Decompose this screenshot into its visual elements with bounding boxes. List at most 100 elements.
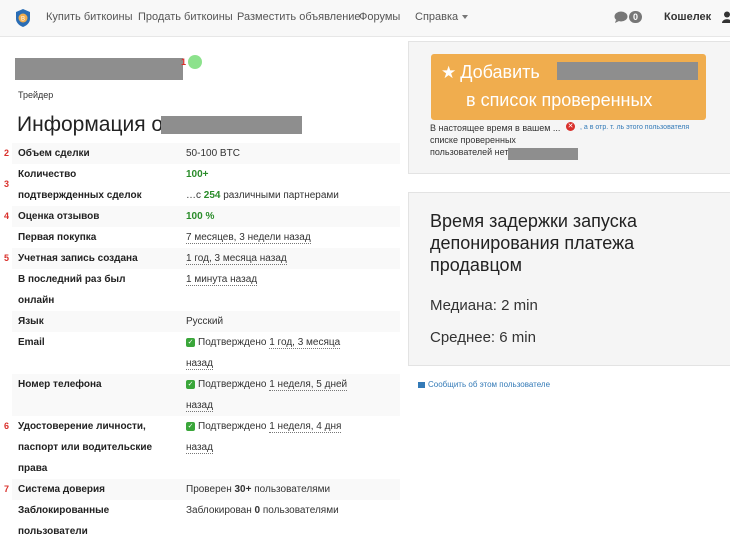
nav-wallet[interactable]: Кошелек <box>664 11 711 23</box>
value-prefix: Подтверждено <box>198 421 267 432</box>
trusted-users-link[interactable]: , а в отр. т. ль этого пользователя <box>580 124 689 131</box>
escrow-delay-title: Время задержки запуска депонирования пла… <box>430 211 637 275</box>
row-value: …с 254 различными партнерами <box>186 185 339 206</box>
row-label: Объем сделки <box>18 148 90 159</box>
row-label: Оценка отзывов <box>18 211 100 222</box>
annotation-marker: 3 <box>4 179 10 189</box>
row-label: В последний раз был <box>18 274 126 285</box>
time-ago-tooltip[interactable]: 7 месяцев, 3 недели назад <box>186 232 311 244</box>
redacted-username <box>15 58 183 80</box>
close-circle-icon[interactable]: ✕ <box>566 122 575 131</box>
table-row-last-online: В последний раз был онлайн 1 минута наза… <box>12 269 400 311</box>
row-value: 1 год, 3 месяца назад <box>186 248 287 269</box>
site-logo-icon[interactable]: B <box>14 8 32 28</box>
button-line-2: в список проверенных <box>466 90 653 110</box>
row-label: Система доверия <box>18 484 105 495</box>
row-label: Количество <box>18 169 77 180</box>
row-value: Русский <box>186 316 224 327</box>
row-label: Учетная запись создана <box>18 253 138 264</box>
row-value: 50-100 BTC <box>186 148 240 159</box>
flag-icon <box>418 381 425 388</box>
table-row-phone: Номер телефона ✓ Подтверждено 1 неделя, 5… <box>12 374 400 416</box>
table-row-confirmed-trades: 3 Количество подтвержденных сделок 100+ … <box>4 164 400 206</box>
escrow-average: Среднее: 6 min <box>430 329 536 346</box>
nav-sell-bitcoins[interactable]: Продать биткоины <box>138 11 233 23</box>
report-label: Сообщить об этом пользователе <box>428 380 551 389</box>
redacted-username-title <box>161 116 302 134</box>
escrow-delay-panel: Время задержки запуска депонирования пла… <box>408 192 730 366</box>
table-row-blocked-users: Заблокированные пользователи Заблокирова… <box>12 500 400 542</box>
row-value: назад <box>186 437 213 458</box>
row-label: Удостоверение личности, <box>18 421 146 432</box>
nav-forums[interactable]: Форумы <box>359 11 400 23</box>
table-row-id-verification: 6 Удостоверение личности, паспорт или во… <box>4 416 400 479</box>
value-prefix: …с <box>186 190 201 201</box>
nav-buy-bitcoins[interactable]: Купить биткоины <box>46 11 133 23</box>
time-ago-tooltip[interactable]: 1 год, 3 месяца <box>269 337 341 349</box>
row-value: Проверен 30+ пользователями <box>186 479 330 500</box>
user-role: Трейдер <box>18 90 54 100</box>
row-value: назад <box>186 395 213 416</box>
row-label: Email <box>18 337 45 348</box>
report-user-link[interactable]: Сообщить об этом пользователе <box>418 380 550 389</box>
annotation-marker: 6 <box>4 421 10 431</box>
row-value: Заблокирован 0 пользователями <box>186 500 339 521</box>
row-value: ✓ Подтверждено 1 неделя, 4 дня <box>186 416 342 437</box>
messages-count-badge[interactable]: 0 <box>629 11 643 23</box>
value-suffix: различными партнерами <box>223 190 339 201</box>
add-label: Добавить <box>460 62 540 82</box>
time-ago-tooltip[interactable]: назад <box>186 442 213 454</box>
escrow-median: Медиана: 2 min <box>430 297 538 314</box>
row-value: ✓ Подтверждено 1 год, 3 месяца <box>186 332 341 353</box>
annotation-marker: 5 <box>4 253 10 263</box>
time-ago-tooltip[interactable]: 1 минута назад <box>186 274 258 286</box>
annotation-marker-1: 1 <box>181 57 187 67</box>
star-icon: ★ <box>441 63 457 82</box>
row-value: 100+ <box>186 169 209 180</box>
time-ago-tooltip[interactable]: 1 неделя, 5 дней <box>269 379 348 391</box>
value-prefix: Проверен <box>186 484 232 495</box>
row-value: 1 минута назад <box>186 269 258 290</box>
svg-text:B: B <box>21 17 25 23</box>
annotation-marker: 7 <box>4 484 10 494</box>
chevron-down-icon <box>462 15 469 20</box>
row-label: пользователи <box>18 526 88 537</box>
top-navbar: B Купить биткоины Продать биткоины Разме… <box>0 0 730 37</box>
blocked-count: 0 <box>254 505 261 516</box>
page-title: Информация о <box>17 113 164 136</box>
nav-help-dropdown[interactable]: Справка <box>415 11 469 23</box>
partner-count: 254 <box>203 190 221 201</box>
annotation-marker: 4 <box>4 211 10 221</box>
nav-post-ad[interactable]: Разместить объявление <box>237 11 361 23</box>
value-suffix: пользователями <box>254 484 331 495</box>
checkmark-icon: ✓ <box>186 379 195 389</box>
user-icon[interactable] <box>722 11 730 23</box>
row-label: подтвержденных сделок <box>18 190 142 201</box>
time-ago-tooltip[interactable]: 1 год, 3 месяца назад <box>186 253 287 265</box>
table-row-email: Email ✓ Подтверждено 1 год, 3 месяца наза… <box>12 332 400 374</box>
table-row-language: Язык Русский <box>12 311 400 332</box>
redacted-username-note <box>508 148 578 160</box>
value-prefix: Заблокирован <box>186 505 252 516</box>
row-label: онлайн <box>18 295 55 306</box>
table-row-first-purchase: Первая покупка 7 месяцев, 3 недели назад <box>12 227 400 248</box>
time-ago-tooltip[interactable]: назад <box>186 400 213 412</box>
row-label: Первая покупка <box>18 232 97 243</box>
annotation-marker: 2 <box>4 148 10 158</box>
row-label: паспорт или водительские <box>18 442 153 453</box>
chat-bubble-icon[interactable] <box>614 11 628 23</box>
row-value: назад <box>186 353 213 374</box>
nav-help-label: Справка <box>415 11 459 23</box>
table-row-account-created: 5 Учетная запись создана 1 год, 3 месяца… <box>4 248 400 269</box>
time-ago-tooltip[interactable]: назад <box>186 358 213 370</box>
row-label: права <box>18 463 48 474</box>
table-row-feedback-score: 4 Оценка отзывов 100 % <box>4 206 400 227</box>
note-line-2: списке проверенных <box>430 135 516 145</box>
row-label: Язык <box>18 316 44 327</box>
value-prefix: Подтверждено <box>198 337 267 348</box>
row-label: Номер телефона <box>18 379 102 390</box>
redacted-username-button <box>557 62 698 80</box>
table-row-trade-volume: 2 Объем сделки 50-100 BTC <box>4 143 400 164</box>
time-ago-tooltip[interactable]: 1 неделя, 4 дня <box>269 421 342 433</box>
row-value: 100 % <box>186 211 215 222</box>
